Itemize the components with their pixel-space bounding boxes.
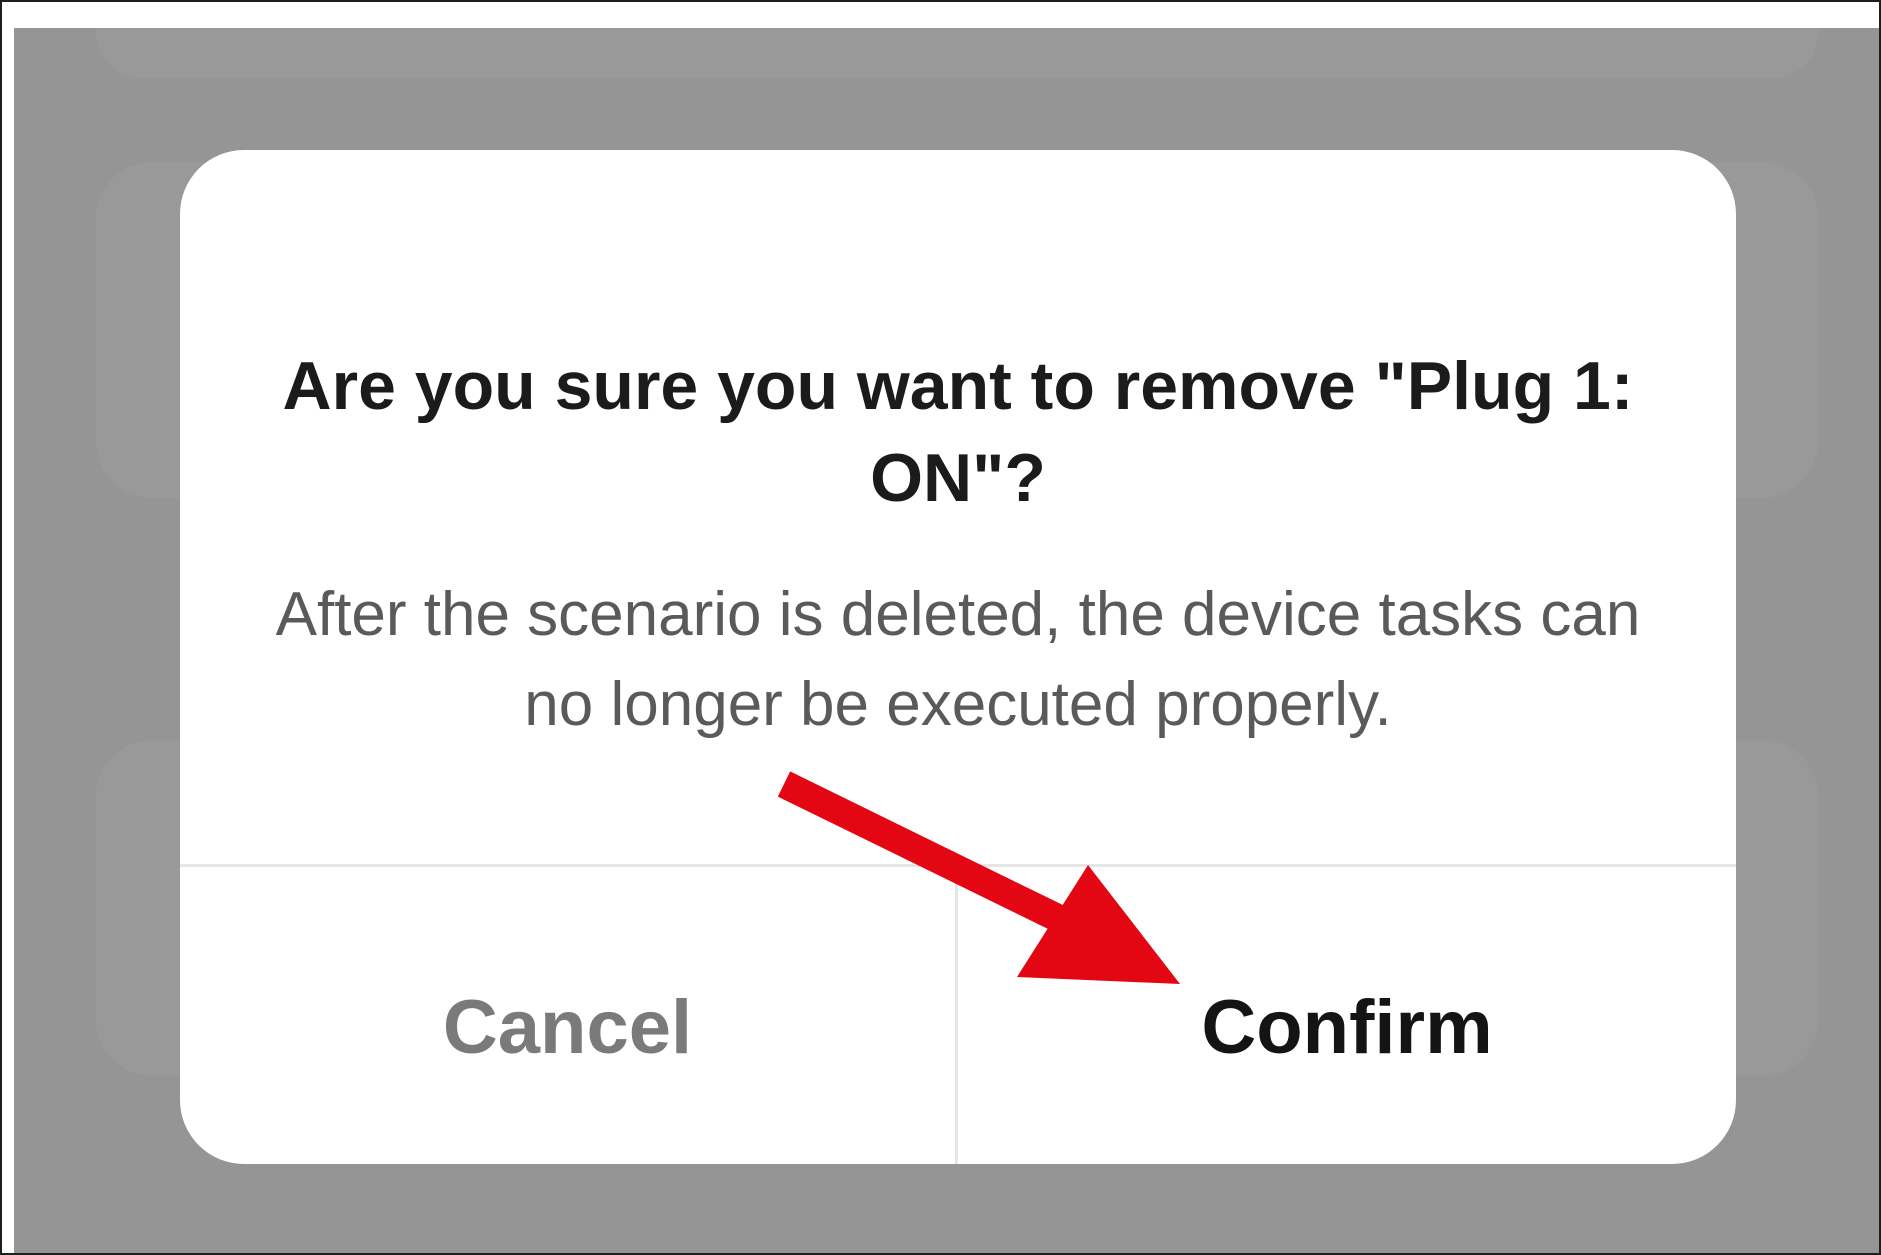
cancel-button[interactable]: Cancel (180, 867, 955, 1164)
dialog-message: After the scenario is deleted, the devic… (275, 580, 1641, 739)
confirm-button[interactable]: Confirm (958, 867, 1736, 1164)
screenshot-frame: Are you sure you want to remove "Plug 1:… (0, 0, 1881, 1255)
dialog-title: Are you sure you want to remove "Plug 1:… (282, 348, 1634, 516)
background-card (96, 28, 1818, 78)
confirm-remove-dialog: Are you sure you want to remove "Plug 1:… (180, 150, 1736, 1164)
